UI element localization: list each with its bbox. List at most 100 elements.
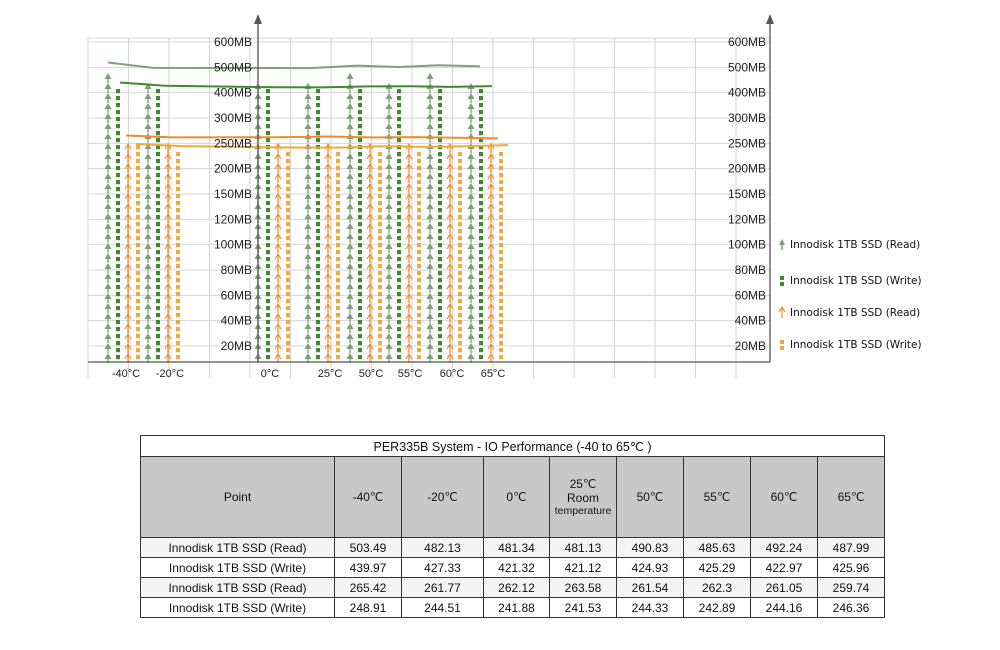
bar-marker bbox=[479, 159, 483, 164]
bar-marker bbox=[358, 173, 362, 178]
bar-marker bbox=[136, 229, 140, 234]
bar-marker bbox=[458, 355, 462, 360]
bar-marker bbox=[458, 306, 462, 311]
table-cell: 425.29 bbox=[683, 557, 751, 578]
bar-marker bbox=[136, 243, 140, 248]
bar-marker bbox=[479, 215, 483, 220]
bar-marker bbox=[358, 243, 362, 248]
bar-marker bbox=[397, 243, 401, 248]
bar-marker bbox=[336, 341, 340, 346]
bar-marker bbox=[116, 166, 120, 171]
bar-marker bbox=[286, 180, 290, 185]
bar-marker bbox=[358, 334, 362, 339]
bar-marker bbox=[156, 292, 160, 297]
bar-marker bbox=[316, 285, 320, 290]
bar-marker bbox=[438, 117, 442, 122]
bar-marker bbox=[458, 152, 462, 157]
table-header-row: Point -40℃ -20℃ 0℃ 25℃ Room temperature … bbox=[140, 456, 886, 538]
y-tick-label-right: 20MB bbox=[735, 339, 766, 353]
bar-marker bbox=[266, 306, 270, 311]
bar-marker bbox=[336, 334, 340, 339]
y-axis-arrow-center bbox=[254, 14, 262, 24]
table-cell: 492.24 bbox=[750, 537, 818, 558]
bar-marker bbox=[116, 229, 120, 234]
x-tick-label: 0°C bbox=[261, 368, 280, 380]
bar-marker bbox=[316, 124, 320, 129]
bar-marker bbox=[397, 222, 401, 227]
table-cell: 259.74 bbox=[816, 577, 886, 598]
bar-marker bbox=[438, 285, 442, 290]
bar-marker bbox=[116, 131, 120, 136]
bar-marker bbox=[417, 285, 421, 290]
bar-dash-green--40°C bbox=[116, 89, 120, 360]
bar-marker bbox=[336, 264, 340, 269]
bar-marker bbox=[116, 103, 120, 108]
bar-marker bbox=[156, 166, 160, 171]
bar-marker bbox=[286, 243, 290, 248]
performance-table: PER335B System - IO Performance (-40 to … bbox=[139, 435, 886, 618]
bar-marker bbox=[458, 201, 462, 206]
bar-marker bbox=[266, 264, 270, 269]
bar-marker bbox=[358, 271, 362, 276]
bar-marker bbox=[397, 236, 401, 241]
bar-marker bbox=[458, 222, 462, 227]
bar-marker bbox=[176, 236, 180, 241]
bar-marker bbox=[397, 334, 401, 339]
bar-marker bbox=[286, 201, 290, 206]
bar-marker bbox=[479, 320, 483, 325]
bar-marker bbox=[378, 334, 382, 339]
bar-marker bbox=[397, 96, 401, 101]
bar-marker bbox=[438, 89, 442, 94]
legend-square-icon bbox=[780, 282, 784, 286]
legend-label: Innodisk 1TB SSD (Read) bbox=[790, 307, 920, 319]
bar-marker bbox=[499, 341, 503, 346]
bar-marker bbox=[499, 264, 503, 269]
bar-marker bbox=[266, 180, 270, 185]
bar-marker bbox=[176, 313, 180, 318]
bar-marker bbox=[156, 215, 160, 220]
bar-marker bbox=[316, 355, 320, 360]
y-tick-label-center: 250MB bbox=[214, 136, 252, 150]
y-tick-label-center: 80MB bbox=[221, 263, 252, 277]
header-25-line1: 25℃ bbox=[569, 477, 597, 491]
table-cell: 425.96 bbox=[816, 557, 886, 578]
bar-marker bbox=[397, 299, 401, 304]
bar-marker bbox=[176, 348, 180, 353]
y-tick-label-right: 80MB bbox=[735, 263, 766, 277]
bar-marker bbox=[397, 159, 401, 164]
bar-marker bbox=[479, 292, 483, 297]
bar-marker bbox=[116, 271, 120, 276]
bar-marker bbox=[378, 292, 382, 297]
bar-marker bbox=[116, 159, 120, 164]
bar-marker bbox=[438, 138, 442, 143]
bar-marker bbox=[479, 243, 483, 248]
header-55: 55℃ bbox=[683, 456, 751, 538]
bar-marker bbox=[458, 243, 462, 248]
bar-marker bbox=[479, 96, 483, 101]
table-cell: 246.36 bbox=[816, 597, 886, 618]
bar-marker bbox=[136, 334, 140, 339]
y-tick-label-right: 600MB bbox=[728, 35, 766, 49]
bar-marker bbox=[336, 250, 340, 255]
table-cell: 421.12 bbox=[549, 557, 617, 578]
bar-marker bbox=[136, 250, 140, 255]
series-line-arrow-orange bbox=[125, 134, 499, 140]
bar-marker bbox=[336, 159, 340, 164]
bar-marker bbox=[116, 278, 120, 283]
bar-marker bbox=[316, 159, 320, 164]
table-cell: 422.97 bbox=[750, 557, 818, 578]
bar-marker bbox=[266, 229, 270, 234]
bar-marker bbox=[479, 355, 483, 360]
bar-marker bbox=[116, 96, 120, 101]
table-row: Innodisk 1TB SSD (Read) 265.42 261.77 262.1… bbox=[140, 577, 886, 598]
bar-marker bbox=[438, 355, 442, 360]
bar-marker bbox=[358, 166, 362, 171]
bar-marker bbox=[286, 173, 290, 178]
bar-marker bbox=[417, 180, 421, 185]
bar-dash-orange--40°C bbox=[136, 145, 140, 360]
bar-marker bbox=[136, 306, 140, 311]
bar-marker bbox=[116, 215, 120, 220]
bar-marker bbox=[316, 215, 320, 220]
bar-marker bbox=[316, 166, 320, 171]
bar-marker bbox=[316, 348, 320, 353]
